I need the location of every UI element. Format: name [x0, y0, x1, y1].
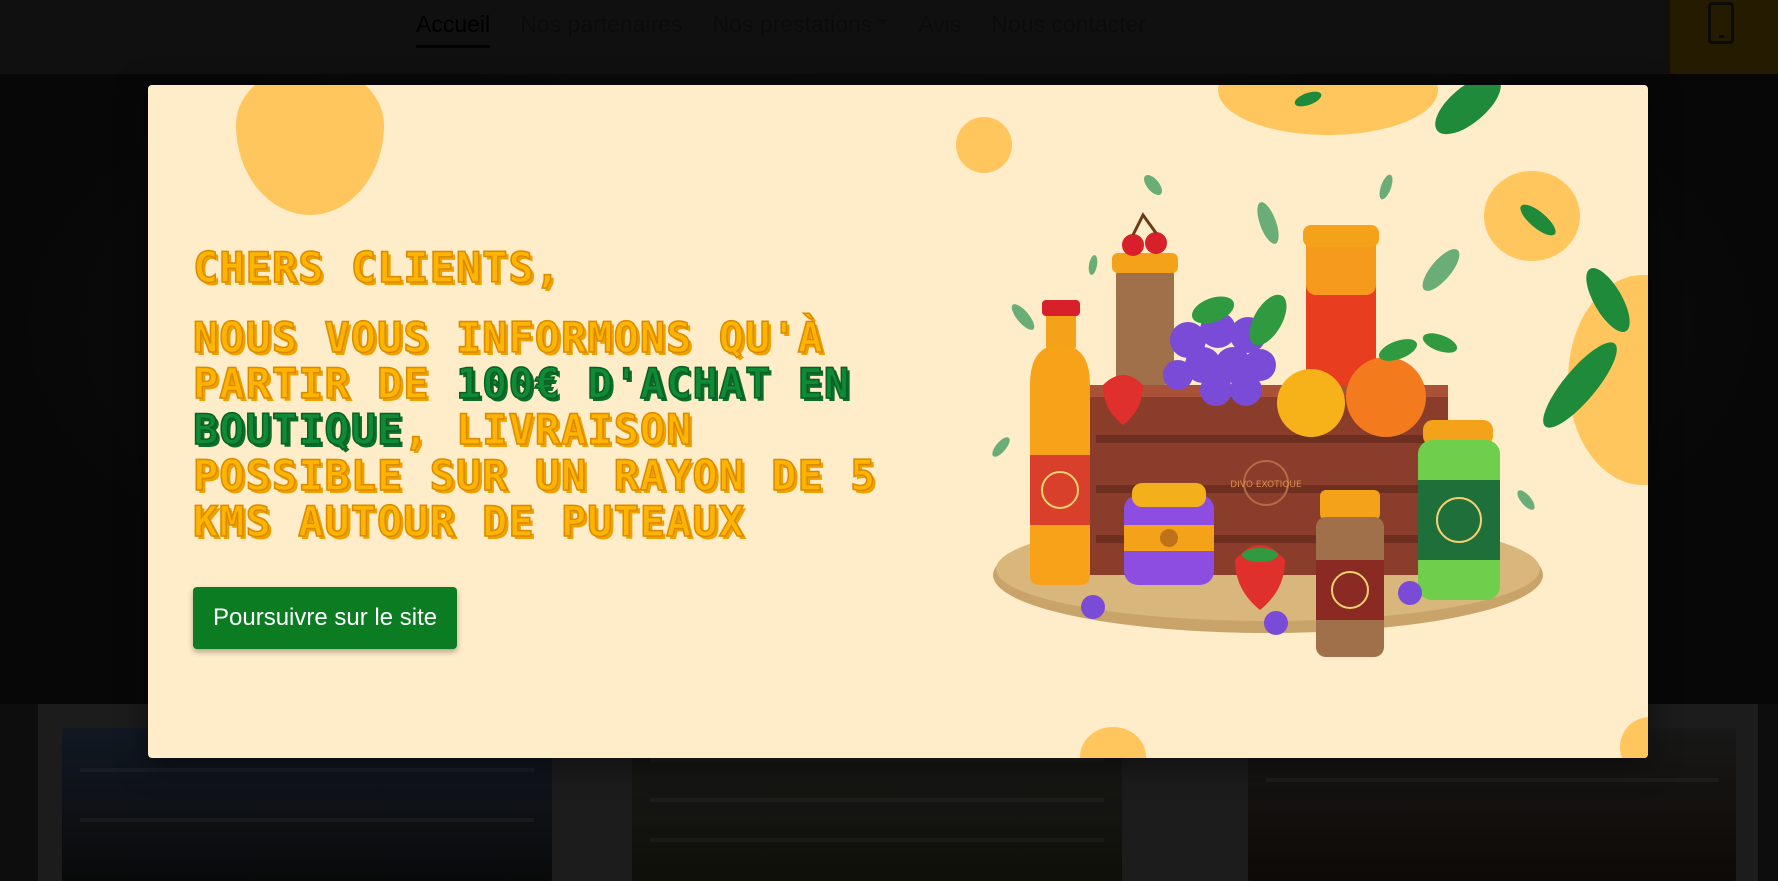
- announcement-modal: Chers clients, Nous vous informons qu'à …: [148, 85, 1648, 758]
- crate-brand-label: DIVO EXOTIQUE: [1230, 480, 1302, 490]
- fruit-crate-illustration: DIVO EXOTIQUE: [992, 85, 1630, 657]
